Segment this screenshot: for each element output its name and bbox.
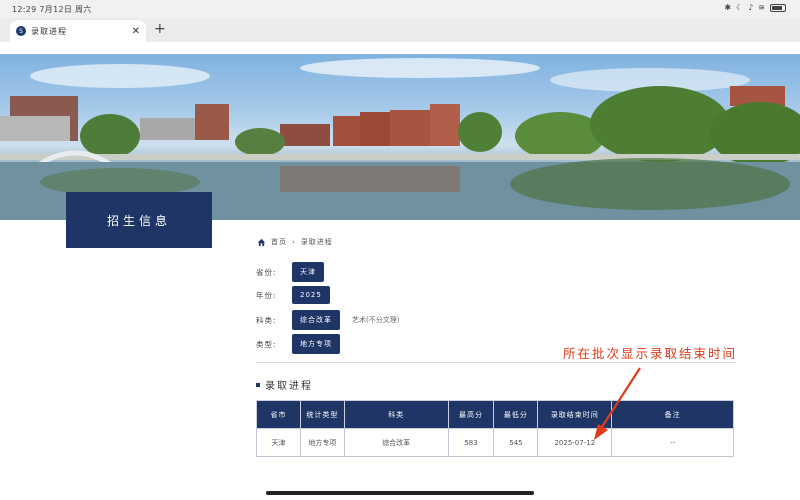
filter-province: 省份: 天津 <box>256 262 324 282</box>
moon-icon: ☾ <box>736 3 744 12</box>
section-divider <box>256 362 736 363</box>
section-title-text: 录取进程 <box>265 381 313 392</box>
year-option-selected[interactable]: 2025 <box>292 286 330 304</box>
new-tab-button[interactable]: + <box>154 21 166 37</box>
admission-table: 省市 统计类型 科类 最高分 最低分 录取结束时间 备注 天津 地方专项 综合改… <box>256 400 734 457</box>
filter-year-label: 年份: <box>256 290 277 300</box>
web-page: 招生信息 首页 › 录取进程 省份: 天津 年份: 2025 科类: 综合改革 … <box>0 42 800 500</box>
table-header-cell: 最低分 <box>493 400 539 429</box>
browser-tab[interactable]: S 录取进程 ✕ <box>10 20 146 42</box>
breadcrumb-current: 录取进程 <box>300 238 333 246</box>
home-indicator <box>266 491 534 495</box>
table-cell: 天津 <box>256 428 301 457</box>
browser-tab-bar: S 录取进程 ✕ + <box>0 18 800 42</box>
home-icon[interactable] <box>257 238 266 247</box>
breadcrumb-home-link[interactable]: 首页 <box>271 237 287 247</box>
category-option-selected[interactable]: 综合改革 <box>292 310 340 330</box>
bluetooth-icon: ✱ <box>724 3 732 12</box>
table-header-cell: 备注 <box>611 400 734 429</box>
site-favicon-icon: S <box>16 26 26 36</box>
bullet-icon <box>256 382 260 387</box>
table-cell-end-date: 2025-07-12 <box>537 428 613 457</box>
table-header-row: 省市 统计类型 科类 最高分 最低分 录取结束时间 备注 <box>256 400 734 429</box>
sidebar-title: 招生信息 <box>66 192 212 248</box>
filter-type: 类型: 地方专项 <box>256 334 340 354</box>
table-header-cell: 科类 <box>343 400 449 429</box>
status-icons: ✱ ☾ ♪ ≋ <box>724 3 786 12</box>
filter-year: 年份: 2025 <box>256 286 330 304</box>
table-row: 天津 地方专项 综合改革 583 545 2025-07-12 -- <box>256 428 734 457</box>
table-header-cell: 统计类型 <box>299 400 345 429</box>
table-header-cell: 省市 <box>256 400 301 429</box>
wifi-icon: ≋ <box>758 3 765 12</box>
status-time: 12:29 7月12日 周六 <box>12 5 92 14</box>
filter-province-label: 省份: <box>256 267 277 277</box>
close-icon[interactable]: ✕ <box>132 26 140 37</box>
mute-icon: ♪ <box>748 3 754 12</box>
battery-icon <box>770 3 786 12</box>
table-header-cell: 录取结束时间 <box>537 400 613 429</box>
table-cell: 583 <box>447 428 495 457</box>
tab-title: 录取进程 <box>31 26 67 36</box>
province-option-selected[interactable]: 天津 <box>292 262 324 282</box>
table-header-cell: 最高分 <box>447 400 495 429</box>
annotation-text: 所在批次显示录取结束时间 <box>563 346 738 361</box>
table-cell: 综合改革 <box>343 428 449 457</box>
section-title: 录取进程 <box>256 377 313 392</box>
filter-category: 科类: 综合改革 艺术(不分文理) <box>256 310 399 330</box>
status-bar: 12:29 7月12日 周六 ✱ ☾ ♪ ≋ <box>0 0 800 18</box>
filter-type-label: 类型: <box>256 339 277 349</box>
filter-category-label: 科类: <box>256 315 277 325</box>
table-cell: 545 <box>493 428 539 457</box>
category-option-art[interactable]: 艺术(不分文理) <box>352 315 399 325</box>
table-cell: 地方专项 <box>299 428 345 457</box>
table-cell: -- <box>611 428 734 457</box>
breadcrumb: 首页 › 录取进程 <box>257 237 333 247</box>
breadcrumb-separator: › <box>292 238 296 246</box>
type-option-selected[interactable]: 地方专项 <box>292 334 340 354</box>
